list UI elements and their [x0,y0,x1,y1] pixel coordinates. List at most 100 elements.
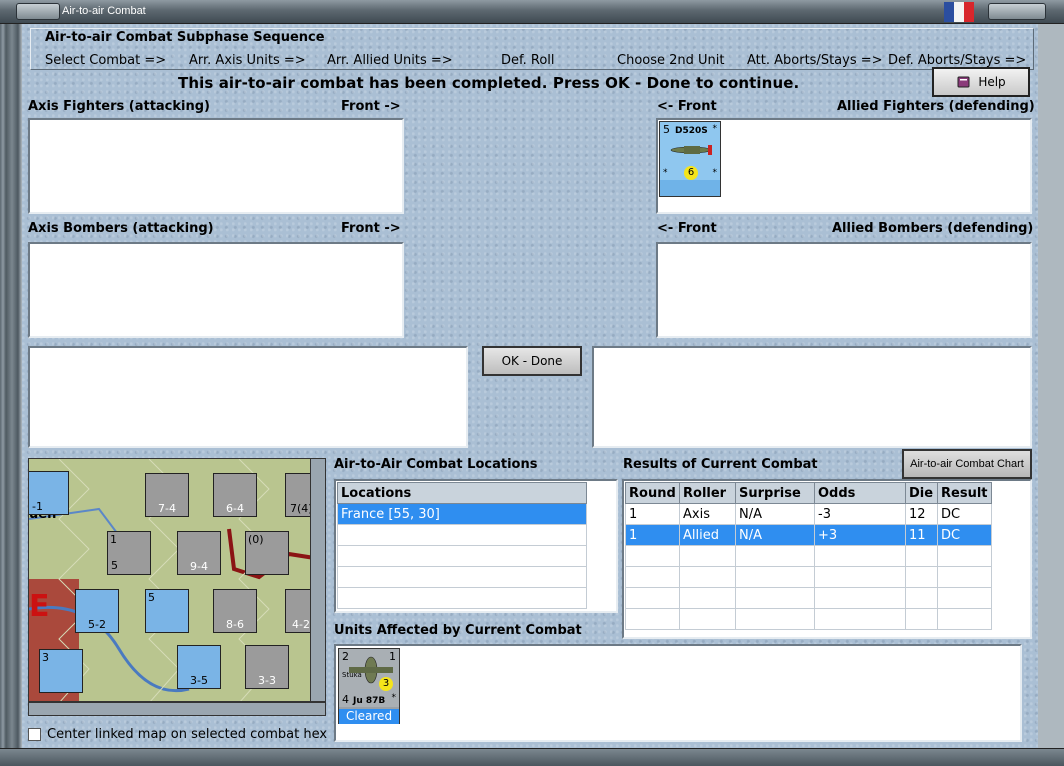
cell: Axis [679,503,736,525]
results-table: Round Roller Surprise Odds Die Result 1A… [625,482,992,630]
ok-done-label: OK - Done [501,354,563,368]
table-row[interactable] [625,566,992,588]
map-unit-4[interactable]: 15 [107,531,151,575]
step-def-roll: Def. Roll [501,53,555,68]
cell [735,587,815,609]
map-unit-6[interactable]: (0) [245,531,289,575]
allied-fighters-front-label: <- Front [657,99,717,114]
unit-val: 3-3 [258,674,276,687]
ok-done-button[interactable]: OK - Done [482,346,582,376]
cell: N/A [735,503,815,525]
combat-chart-button[interactable]: Air-to-air Combat Chart [902,449,1032,479]
map-unit-11[interactable]: 3 [39,649,83,693]
cell [905,545,938,567]
status-bar [0,748,1064,766]
cell [814,566,906,588]
allied-fighters-label: Allied Fighters (defending) [837,99,1035,114]
counter-value: 3 [379,677,393,691]
unit-val: 8-6 [226,618,244,631]
cell [905,587,938,609]
table-row[interactable]: France [55, 30] [337,503,587,525]
table-row[interactable]: 1 Allied N/A +3 11 DC [625,524,992,546]
cell [679,545,736,567]
col-result: Result [937,482,992,504]
col-roller: Roller [679,482,736,504]
axis-fighters-front-label: Front -> [341,99,401,114]
map-unit-8[interactable]: 5 [145,589,189,633]
units-affected-box[interactable]: 2 1 Stuka 3 4 Ju 87B * Cleared [334,644,1022,742]
table-row[interactable] [337,545,587,567]
cell [625,545,680,567]
cell [679,587,736,609]
axis-fighters-box[interactable] [28,118,404,214]
step-att-aborts: Att. Aborts/Stays => [747,53,883,68]
map-unit-0[interactable]: -1 [29,471,69,515]
results-panel[interactable]: Round Roller Surprise Odds Die Result 1A… [622,479,1032,639]
counter-value: 6 [684,166,698,180]
counter-bl: 4 [342,693,349,706]
col-die: Die [905,482,938,504]
cell [735,608,815,630]
title-bar[interactable]: Air-to-air Combat [0,0,1064,24]
unit-val: 6-4 [226,502,244,515]
units-affected-title: Units Affected by Current Combat [334,623,582,638]
table-row[interactable] [625,587,992,609]
map-vertical-scrollbar[interactable] [310,458,326,702]
map-horizontal-scrollbar[interactable] [28,702,326,716]
cell [905,608,938,630]
table-row[interactable] [337,524,587,546]
axis-bombers-label: Axis Bombers (attacking) [28,221,214,236]
locations-table: Locations France [55, 30] [337,482,587,609]
table-row[interactable] [337,587,587,609]
table-row[interactable] [337,566,587,588]
allied-fighter-counter[interactable]: 5 D520S * * * 6 [659,121,721,197]
unit-tl: 5 [148,591,155,604]
location-cell [337,587,587,609]
location-cell [337,545,587,567]
center-map-label: Center linked map on selected combat hex [47,726,328,742]
cell [814,608,906,630]
center-map-option[interactable]: Center linked map on selected combat hex [28,724,330,744]
close-button[interactable] [988,3,1046,20]
cell: 1 [625,503,680,525]
cell [625,608,680,630]
help-button[interactable]: Help [932,67,1030,97]
map-unit-1[interactable]: 7-4 [145,473,189,517]
axis-other-box[interactable] [28,346,468,448]
cell: 1 [625,524,680,546]
system-menu-button[interactable] [16,3,60,20]
center-map-checkbox[interactable] [28,727,41,741]
map-unit-2[interactable]: 6-4 [213,473,257,517]
cell: 12 [905,503,938,525]
locations-title: Air-to-Air Combat Locations [334,457,538,472]
unit-tl: 1 [110,533,117,546]
linked-map[interactable]: uen E -1 7-4 6-4 7(4) 15 9-4 (0) 5-2 5 8… [28,458,320,702]
cell: 11 [905,524,938,546]
allied-fighters-box[interactable]: 5 D520S * * * 6 [656,118,1032,214]
counter-star: * [391,693,397,703]
counter-star: * [712,124,718,134]
allied-bombers-box[interactable] [656,242,1032,338]
allied-other-box[interactable] [592,346,1032,448]
map-unit-12[interactable]: 3-5 [177,645,221,689]
map-unit-5[interactable]: 9-4 [177,531,221,575]
map-unit-7[interactable]: 5-2 [75,589,119,633]
location-cell: France [55, 30] [337,503,587,525]
map-unit-9[interactable]: 8-6 [213,589,257,633]
axis-bombers-box[interactable] [28,242,404,338]
table-row[interactable]: 1 Axis N/A -3 12 DC [625,503,992,525]
cell: Allied [679,524,736,546]
fighter-plane-icon [670,145,712,155]
map-unit-13[interactable]: 3-3 [245,645,289,689]
cell [625,566,680,588]
affected-counter[interactable]: 2 1 Stuka 3 4 Ju 87B * Cleared [338,648,400,724]
france-flag-icon [944,2,974,22]
cell [679,566,736,588]
col-round: Round [625,482,680,504]
help-book-icon [957,76,970,88]
locations-list[interactable]: Locations France [55, 30] [334,479,618,613]
table-row[interactable] [625,608,992,630]
location-cell [337,566,587,588]
cell [905,566,938,588]
table-row[interactable] [625,545,992,567]
